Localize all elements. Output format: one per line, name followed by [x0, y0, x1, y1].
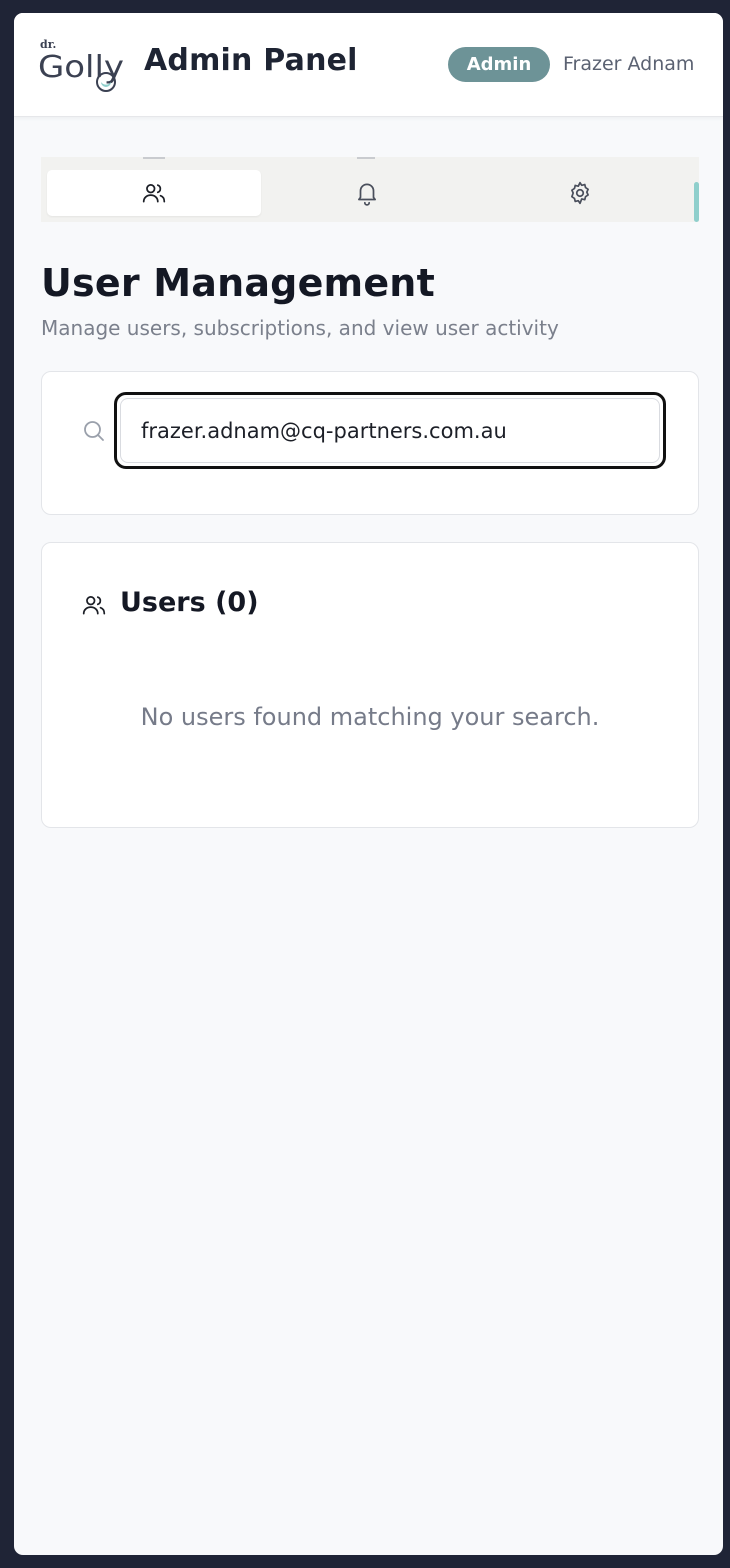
app-header: dr. Golly Admin Panel Admin Frazer Adnam: [14, 13, 723, 117]
empty-state-message: No users found matching your search.: [140, 703, 600, 731]
current-user-name[interactable]: Frazer Adnam: [563, 53, 694, 75]
search-card: [41, 371, 699, 515]
page-title: User Management: [41, 261, 435, 305]
tab-settings[interactable]: [473, 170, 687, 216]
page-subtitle: Manage users, subscriptions, and view us…: [41, 316, 559, 340]
users-icon: [142, 184, 166, 203]
tab-users[interactable]: [47, 170, 261, 216]
scrolled-tab-edge: [143, 157, 165, 160]
gear-icon: [571, 181, 589, 205]
dr-golly-logo[interactable]: dr. Golly: [38, 37, 128, 95]
tab-scroll-indicator[interactable]: [694, 182, 699, 222]
role-badge: Admin: [448, 47, 550, 82]
app-window: dr. Golly Admin Panel Admin Frazer Adnam: [14, 13, 723, 1555]
users-icon: [82, 596, 106, 615]
bell-icon: [358, 183, 376, 206]
scrolled-tab-edge: [357, 157, 375, 160]
app-title: Admin Panel: [144, 43, 358, 78]
user-search-input[interactable]: [120, 398, 660, 463]
tab-notifications[interactable]: [260, 170, 474, 216]
search-icon: [84, 421, 104, 441]
logo-word: Golly: [38, 50, 124, 85]
users-card: Users (0) No users found matching your s…: [41, 542, 699, 828]
users-count-heading: Users (0): [120, 587, 259, 618]
admin-tab-bar: [41, 157, 699, 222]
